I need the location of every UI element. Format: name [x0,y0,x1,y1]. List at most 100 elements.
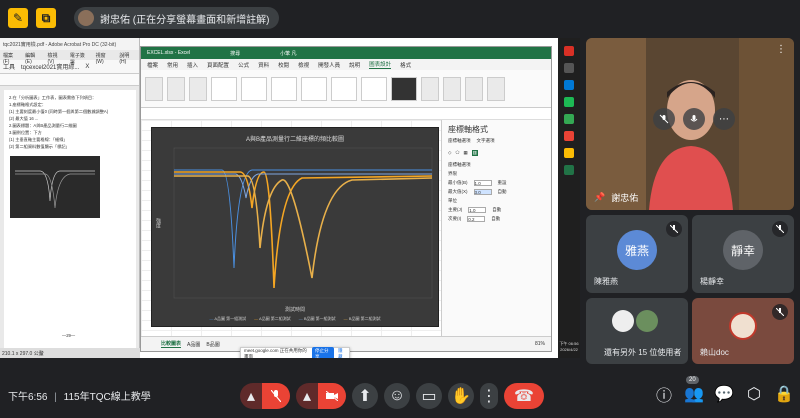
muted-mic-icon[interactable] [653,108,675,130]
excel-icon[interactable] [564,165,574,175]
chat-icon[interactable]: 💬 [714,386,734,403]
emoji-button[interactable]: ☺ [384,383,410,409]
tab-home[interactable]: 常用 [167,61,178,69]
minor-auto-button[interactable]: 自動 [491,216,500,222]
tab-close[interactable]: X [85,64,89,70]
tab-document[interactable]: tqcexcel2021實用綜... [21,62,79,71]
excel-ribbon-tabs: 檔案 常用 插入 頁面配置 公式 資料 校閱 檢視 開發人員 說明 圖表設計 格… [141,59,551,70]
chart-style-6[interactable] [361,76,387,101]
chart-y-axis-label: 強度 [155,218,161,228]
pane-subtab-text[interactable]: 文字選項 [477,138,495,144]
app-icon[interactable] [564,114,574,124]
major-input[interactable]: 1.0 [468,207,487,213]
select-data-button[interactable] [443,76,461,101]
sheet-tab[interactable]: A品圖 [187,341,200,348]
pane-subtab-axis[interactable]: 座標軸選項 [448,138,471,144]
axis-options-icon[interactable]: ▥ [471,150,478,156]
mic-icon[interactable] [683,108,705,130]
major-auto-button[interactable]: 自動 [492,207,501,213]
max-auto-button[interactable]: 自動 [498,189,507,195]
tab-file[interactable]: 檔案 [147,61,158,69]
tile-hover-controls: ⋯ [653,108,735,130]
chart-style-1[interactable] [211,76,237,101]
host-controls-icon[interactable]: 🔒 [774,386,794,403]
min-reset-button[interactable]: 重設 [498,180,507,186]
min-input[interactable]: 1.0 [473,180,492,186]
excel-search[interactable]: 搜尋 [230,50,240,57]
tab-chart-design[interactable]: 圖表設計 [369,60,392,69]
move-chart-button[interactable] [487,76,505,101]
chart-style-5[interactable] [331,76,357,101]
add-chart-element-button[interactable] [145,76,163,101]
menu-item[interactable]: 檔案(F) [3,52,19,65]
more-options-icon[interactable]: ⋮ [776,44,786,55]
participant-tile[interactable]: 雅燕 陳雅燕 [586,215,688,293]
pin-icon[interactable]: 📌 [594,192,605,203]
tab-help[interactable]: 說明 [349,61,360,69]
size-icon[interactable]: ▦ [463,150,467,156]
hide-banner-button[interactable]: 隱藏 [338,348,346,359]
stop-sharing-button[interactable]: 停止分享 [311,346,334,358]
pdf-line: (1) 主垂直軸主要格線：「細線」 [9,137,68,142]
app-icon[interactable] [564,80,574,90]
sheet-tab[interactable]: B品圖 [206,341,219,348]
activities-icon[interactable]: ⬡ [746,386,762,403]
captions-button[interactable]: ▭ [416,383,442,409]
app-icon[interactable] [564,97,574,107]
minor-input[interactable]: 0.2 [467,216,486,222]
others-tile[interactable]: 還有另外 15 位使用者 [586,298,688,364]
fill-icon[interactable]: ◇ [448,150,451,156]
section-header[interactable]: 座標軸選項 [448,162,471,168]
tab-insert[interactable]: 插入 [187,61,198,69]
present-screen-button[interactable]: ⬆ [352,383,378,409]
menu-item[interactable]: 視窗(W) [96,52,114,65]
leave-call-button[interactable]: ☎ [504,383,544,409]
change-colors-button[interactable] [189,76,207,101]
camera-options-button[interactable]: ▴ [296,383,318,409]
windows-taskbar: 下午 06:56 2026/4/22 [558,38,580,358]
menu-item[interactable]: 電子簽署 [70,52,90,66]
presenter-pill[interactable]: 謝忠佑 (正在分享螢幕畫面和新增註解) [74,7,280,29]
tab-formula[interactable]: 公式 [238,61,249,69]
menu-item[interactable]: 說明(H) [119,52,136,65]
more-options-button[interactable]: ⋮ [480,383,498,409]
sheet-tab[interactable]: 比較圖表 [161,340,182,348]
chart-style-2[interactable] [241,76,267,101]
chart-style-7[interactable] [391,76,417,101]
zoom-level[interactable]: 81% [535,341,551,347]
app-icon[interactable] [564,131,574,141]
quick-layout-button[interactable] [167,76,185,101]
app-icon[interactable] [564,63,574,73]
app-icon[interactable] [564,46,574,56]
switch-row-column-button[interactable] [421,76,439,101]
tab-layout[interactable]: 頁面配置 [207,61,229,69]
effects-icon[interactable]: ⬠ [455,150,459,156]
chart-style-3[interactable] [271,76,297,101]
pdf-line: 3.圖例位置：下方 [9,130,42,135]
pen-icon[interactable]: ✎ [8,8,28,28]
tab-developer[interactable]: 開發人員 [318,61,340,69]
camera-toggle-button[interactable] [318,383,346,409]
annotation-toolbar-icon[interactable]: ⧉ [36,8,56,28]
more-icon[interactable]: ⋯ [713,108,735,130]
info-icon[interactable]: ⓘ [656,386,672,405]
tab-tools[interactable]: 工具 [3,62,15,71]
tab-view[interactable]: 檢視 [298,61,309,69]
participant-tile[interactable]: 賴山doc [692,298,794,364]
menu-item[interactable]: 檢視(V) [48,52,64,65]
change-chart-type-button[interactable] [465,76,483,101]
chart-style-4[interactable] [301,76,327,101]
mic-options-button[interactable]: ▴ [240,383,262,409]
participant-tile[interactable]: 靜幸 楊靜幸 [692,215,794,293]
chart-area[interactable]: A與B產品測量行二維座標的頻比較圖 測試時間 強度 — A品圖 第一組測試 — … [151,127,439,327]
app-icon[interactable] [564,148,574,158]
tab-format[interactable]: 格式 [400,61,411,69]
tab-data[interactable]: 資料 [258,61,269,69]
tab-review[interactable]: 校閱 [278,61,289,69]
max-input[interactable]: 3.0 [473,189,492,195]
raise-hand-button[interactable]: ✋ [448,383,474,409]
menu-item[interactable]: 編輯(E) [25,52,41,65]
mic-toggle-button[interactable] [262,383,290,409]
people-icon[interactable]: 👥 20 [684,376,704,403]
formula-bar[interactable] [141,108,551,120]
